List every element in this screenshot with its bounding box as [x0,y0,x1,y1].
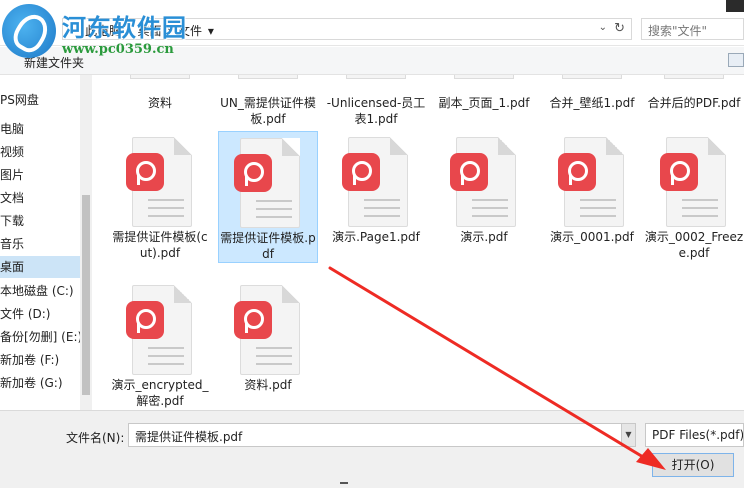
file-name: 资料 [147,96,172,110]
pdf-file-icon [656,137,732,229]
folder-icon [130,75,190,79]
pdf-file-icon [562,75,622,79]
filetype-value: PDF Files(*.pdf) [652,428,744,442]
sidebar-item-drive-c[interactable]: 本地磁盘 (C:) [0,280,80,302]
file-name: 演示_encrypted_解密.pdf [111,378,209,408]
list-item[interactable]: 演示_encrypted_解密.pdf [110,285,210,409]
file-name: 副本_页面_1.pdf [438,96,530,110]
view-options-icon[interactable] [728,53,744,67]
sidebar-item-cloud[interactable]: PS网盘 [0,89,80,111]
file-list: 资料 UN_需提供证件模板.pdf -Unlicensed-员工表1.pdf 副… [94,75,744,410]
list-item-selected[interactable]: 需提供证件模板.pdf [218,131,318,263]
pdf-file-icon [230,285,306,377]
file-name: 合并后的PDF.pdf [647,96,741,110]
list-item[interactable]: 合并_壁纸1.pdf [542,75,642,125]
sidebar-item-videos[interactable]: 视频 [0,141,80,163]
pdf-file-icon [338,137,414,229]
list-item[interactable]: 副本_页面_1.pdf [434,75,534,125]
sidebar-item-drive-e[interactable]: 备份[勿删] (E:) [0,326,80,348]
dialog-footer: 文件名(N): 需提供证件模板.pdf ▼ PDF Files(*.pdf) 打… [0,410,744,488]
navigation-pane: PS网盘 电脑 视频 图片 文档 下载 音乐 桌面 本地磁盘 (C:) 文件 (… [0,75,80,410]
list-item[interactable]: 合并后的PDF.pdf [644,75,744,125]
filename-value: 需提供证件模板.pdf [135,430,243,444]
sidebar-scrollbar[interactable] [80,75,92,410]
sidebar-item-music[interactable]: 音乐 [0,233,80,255]
list-item[interactable]: 资料 [110,75,210,125]
watermark-logo-icon [2,4,56,58]
pdf-file-icon [346,75,406,79]
chevron-down-icon[interactable]: ▾ [208,24,214,38]
pdf-file-icon [664,75,724,79]
sidebar-item-drive-g[interactable]: 新加卷 (G:) [0,372,80,394]
watermark-url: www.pc0359.cn [62,42,174,57]
file-name: UN_需提供证件模板.pdf [220,96,316,126]
search-input[interactable]: 搜索"文件" [641,18,744,40]
sidebar-item-pictures[interactable]: 图片 [0,164,80,186]
list-item[interactable]: 演示_0002_Freeze.pdf [644,137,744,261]
file-name: 演示.pdf [460,230,508,244]
pdf-file-icon [122,137,198,229]
list-item[interactable]: 需提供证件模板(cut).pdf [110,137,210,261]
list-item[interactable]: 演示_0001.pdf [542,137,642,245]
filetype-select[interactable]: PDF Files(*.pdf) [645,423,744,447]
sidebar-item-drive-f[interactable]: 新加卷 (F:) [0,349,80,371]
sidebar-item-documents[interactable]: 文档 [0,187,80,209]
close-icon[interactable] [726,0,744,12]
pdf-file-icon [554,137,630,229]
cursor-mark [340,482,348,484]
chevron-down-icon[interactable]: ▼ [621,424,635,446]
file-name: -Unlicensed-员工表1.pdf [326,96,426,126]
filename-input[interactable]: 需提供证件模板.pdf ▼ [128,423,636,447]
file-name: 合并_壁纸1.pdf [549,96,635,110]
sidebar-item-desktop[interactable]: 桌面 [0,256,80,278]
list-item[interactable]: UN_需提供证件模板.pdf [218,75,318,126]
list-item[interactable]: 资料.pdf [218,285,318,393]
file-name: 演示.Page1.pdf [332,230,420,244]
history-dropdown-icon[interactable]: ⌄ [599,22,607,33]
sidebar-item-downloads[interactable]: 下载 [0,210,80,232]
open-file-dialog: 此电脑 › 桌面 › 文件 ▾ ⌄ ↻ 搜索"文件" 新建文件夹 河东软件园 w… [0,0,744,488]
list-item[interactable]: 演示.pdf [434,137,534,245]
sidebar-item-drive-d[interactable]: 文件 (D:) [0,303,80,325]
refresh-icon[interactable]: ↻ [614,21,625,36]
file-name: 演示_0002_Freeze.pdf [644,230,744,260]
scrollbar-thumb[interactable] [82,195,90,395]
pdf-file-icon [454,75,514,79]
sidebar-item-pc[interactable]: 电脑 [0,118,80,140]
pdf-file-icon [446,137,522,229]
pdf-file-icon [122,285,198,377]
file-name: 需提供证件模板.pdf [220,231,316,261]
pdf-file-icon [230,138,306,230]
filename-label: 文件名(N): [66,431,125,445]
search-placeholder: 搜索"文件" [648,24,708,38]
pdf-file-icon [238,75,298,79]
list-item[interactable]: -Unlicensed-员工表1.pdf [326,75,426,126]
list-item[interactable]: 演示.Page1.pdf [326,137,426,245]
file-name: 需提供证件模板(cut).pdf [112,230,208,260]
file-name: 演示_0001.pdf [550,230,634,244]
open-button[interactable]: 打开(O) [652,453,734,477]
watermark-title: 河东软件园 [62,13,187,42]
file-name: 资料.pdf [244,378,292,392]
